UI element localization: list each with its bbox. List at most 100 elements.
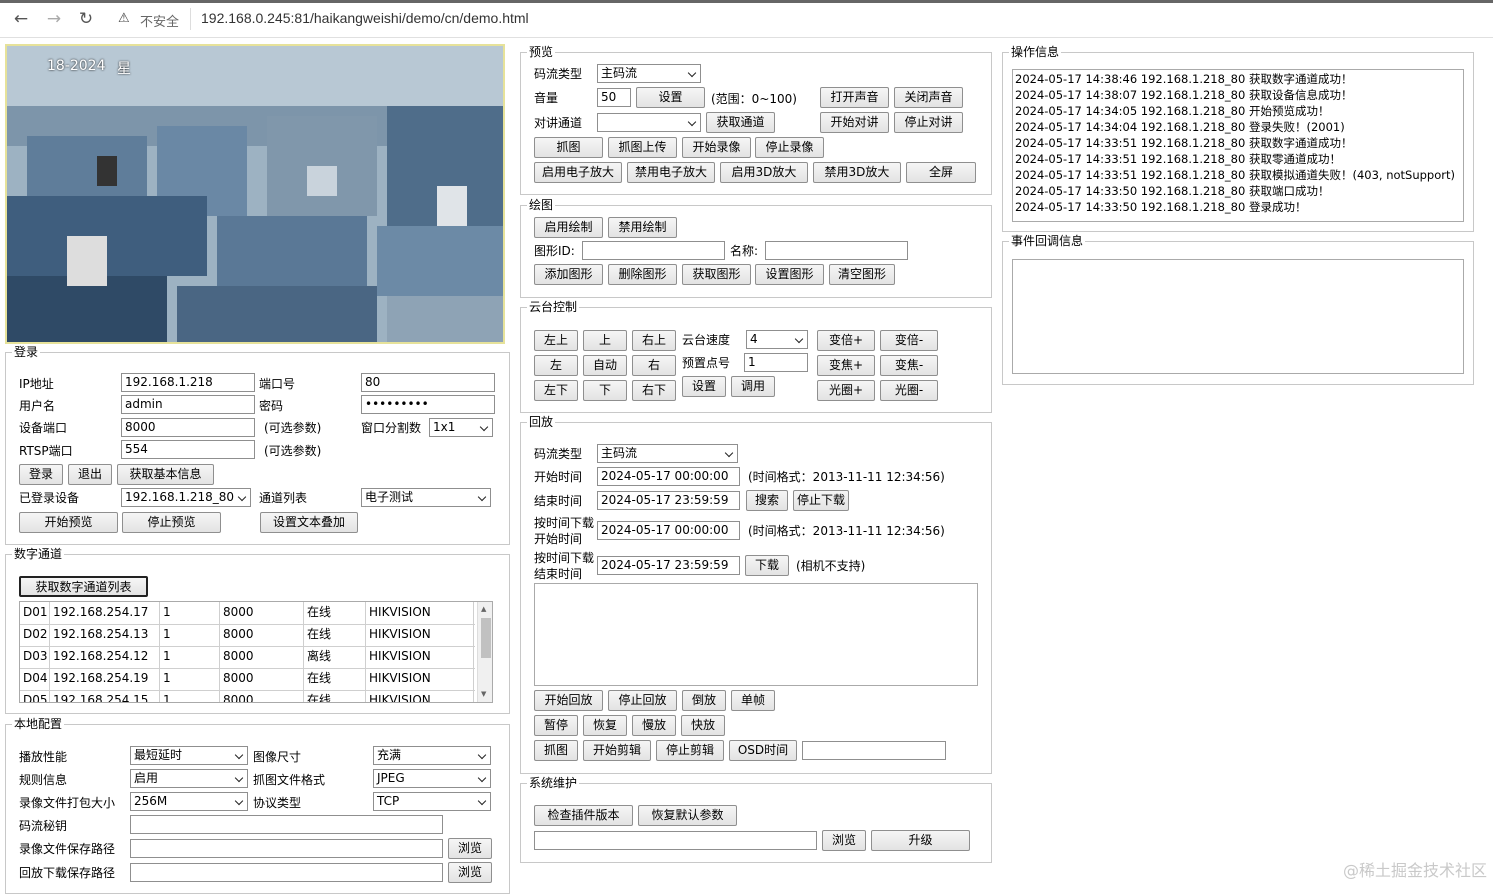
capture-upload-button[interactable]: 抓图上传 xyxy=(608,137,677,158)
resume-button[interactable]: 恢复 xyxy=(583,715,627,736)
ip-input[interactable]: 192.168.1.218 xyxy=(121,373,255,392)
reload-icon[interactable]: ↻ xyxy=(75,8,97,30)
disable-ezoom-button[interactable]: 禁用电子放大 xyxy=(627,162,715,183)
stream-type-select[interactable]: 主码流 xyxy=(597,64,701,83)
iris-close-button[interactable]: 光圈- xyxy=(880,380,938,401)
focus-out-button[interactable]: 变焦- xyxy=(880,355,938,376)
stop-download-button[interactable]: 停止下载 xyxy=(793,490,849,511)
stop-clip-button[interactable]: 停止剪辑 xyxy=(656,740,724,761)
pb-end-time-input[interactable]: 2024-05-17 23:59:59 xyxy=(597,491,740,510)
logout-button[interactable]: 退出 xyxy=(68,464,112,485)
stop-playback-button[interactable]: 停止回放 xyxy=(608,690,677,711)
single-frame-button[interactable]: 单帧 xyxy=(731,690,775,711)
channel-list-select[interactable]: 电子测试 xyxy=(361,488,491,507)
open-sound-button[interactable]: 打开声音 xyxy=(820,87,889,108)
ptz-down-button[interactable]: 下 xyxy=(583,380,627,401)
close-sound-button[interactable]: 关闭声音 xyxy=(894,87,963,108)
add-shape-button[interactable]: 添加图形 xyxy=(534,264,603,285)
event-callback-log[interactable] xyxy=(1012,259,1464,374)
ptz-up-button[interactable]: 上 xyxy=(583,330,627,351)
clear-shapes-button[interactable]: 清空图形 xyxy=(829,264,895,285)
set-volume-button[interactable]: 设置 xyxy=(636,87,705,108)
device-port-input[interactable]: 8000 xyxy=(121,418,255,437)
scroll-up-icon[interactable]: ▲ xyxy=(481,605,486,613)
start-record-button[interactable]: 开始录像 xyxy=(682,137,751,158)
play-performance-select[interactable]: 最短延时 xyxy=(130,746,248,765)
login-button[interactable]: 登录 xyxy=(19,464,63,485)
zoom-in-button[interactable]: 变倍+ xyxy=(817,330,875,351)
forward-arrow-icon[interactable]: → xyxy=(43,8,65,30)
warning-icon[interactable]: ⚠ xyxy=(118,11,130,26)
image-size-select[interactable]: 充满 xyxy=(373,746,491,765)
record-path-input[interactable] xyxy=(130,839,443,858)
disable-draw-button[interactable]: 禁用绘制 xyxy=(608,217,677,238)
table-row[interactable]: D03 192.168.254.12 1 8000 离线 HIKVISION xyxy=(20,646,475,669)
ptz-down-right-button[interactable]: 右下 xyxy=(632,380,676,401)
download-path-input[interactable] xyxy=(130,863,443,882)
get-digital-channels-button[interactable]: 获取数字通道列表 xyxy=(19,576,148,597)
pb-capture-button[interactable]: 抓图 xyxy=(534,740,578,761)
logged-devices-select[interactable]: 192.168.1.218_80 xyxy=(121,488,251,507)
browse-upgrade-file-button[interactable]: 浏览 xyxy=(822,830,866,851)
iris-open-button[interactable]: 光圈+ xyxy=(817,380,875,401)
enable-3d-zoom-button[interactable]: 启用3D放大 xyxy=(720,162,808,183)
enable-ezoom-button[interactable]: 启用电子放大 xyxy=(534,162,622,183)
get-channel-button[interactable]: 获取通道 xyxy=(706,112,775,133)
capture-format-select[interactable]: JPEG xyxy=(373,769,491,788)
start-preview-button[interactable]: 开始预览 xyxy=(19,512,118,533)
focus-in-button[interactable]: 变焦+ xyxy=(817,355,875,376)
scroll-down-icon[interactable]: ▼ xyxy=(481,690,486,698)
set-shape-button[interactable]: 设置图形 xyxy=(755,264,824,285)
port-input[interactable]: 80 xyxy=(361,373,495,392)
get-shape-button[interactable]: 获取图形 xyxy=(682,264,751,285)
table-row[interactable]: D04 192.168.254.19 1 8000 在线 HIKVISION xyxy=(20,668,475,691)
get-basic-info-button[interactable]: 获取基本信息 xyxy=(117,464,214,485)
osd-time-input[interactable] xyxy=(802,741,946,760)
reverse-play-button[interactable]: 倒放 xyxy=(682,690,726,711)
ptz-auto-button[interactable]: 自动 xyxy=(583,355,627,376)
dl-end-time-input[interactable]: 2024-05-17 23:59:59 xyxy=(597,556,740,575)
delete-shape-button[interactable]: 删除图形 xyxy=(608,264,677,285)
shape-name-input[interactable] xyxy=(765,241,908,260)
shape-id-input[interactable] xyxy=(582,241,725,260)
operation-log[interactable]: 2024-05-17 14:38:46 192.168.1.218_80 获取数… xyxy=(1012,69,1464,222)
pause-button[interactable]: 暂停 xyxy=(534,715,578,736)
start-talk-button[interactable]: 开始对讲 xyxy=(820,112,889,133)
window-split-select[interactable]: 1x1 xyxy=(429,418,493,437)
search-result-list[interactable] xyxy=(534,583,978,686)
rtsp-port-input[interactable]: 554 xyxy=(121,440,255,459)
dl-start-time-input[interactable]: 2024-05-17 00:00:00 xyxy=(597,521,740,540)
browse-download-path-button[interactable]: 浏览 xyxy=(448,862,492,883)
password-input[interactable]: ••••••••• xyxy=(361,395,495,414)
table-scrollbar[interactable]: ▲ ▼ xyxy=(477,602,492,702)
table-row[interactable]: D01 192.168.254.17 1 8000 在线 HIKVISION xyxy=(20,602,475,625)
video-preview-window[interactable]: 18-2024 星 xyxy=(5,44,505,344)
restore-defaults-button[interactable]: 恢复默认参数 xyxy=(638,805,737,826)
ptz-right-button[interactable]: 右 xyxy=(632,355,676,376)
stream-key-input[interactable] xyxy=(130,815,443,834)
capture-button[interactable]: 抓图 xyxy=(534,137,603,158)
table-row[interactable]: D05 192.168.254.15 1 8000 在线 HIKVISION xyxy=(20,690,475,702)
download-button[interactable]: 下载 xyxy=(745,555,789,576)
slow-play-button[interactable]: 慢放 xyxy=(632,715,676,736)
start-clip-button[interactable]: 开始剪辑 xyxy=(583,740,651,761)
zoom-out-button[interactable]: 变倍- xyxy=(880,330,938,351)
fast-play-button[interactable]: 快放 xyxy=(681,715,725,736)
disable-3d-zoom-button[interactable]: 禁用3D放大 xyxy=(813,162,901,183)
stop-preview-button[interactable]: 停止预览 xyxy=(122,512,221,533)
username-input[interactable]: admin xyxy=(121,395,255,414)
record-pack-size-select[interactable]: 256M xyxy=(130,792,248,811)
table-row[interactable]: D02 192.168.254.13 1 8000 在线 HIKVISION xyxy=(20,624,475,647)
protocol-select[interactable]: TCP xyxy=(373,792,491,811)
stop-record-button[interactable]: 停止录像 xyxy=(755,137,824,158)
upgrade-file-input[interactable] xyxy=(534,831,817,850)
scroll-thumb[interactable] xyxy=(481,618,491,658)
talk-channel-select[interactable] xyxy=(597,113,701,132)
pb-stream-type-select[interactable]: 主码流 xyxy=(597,444,738,463)
rule-info-select[interactable]: 启用 xyxy=(130,769,248,788)
ptz-left-button[interactable]: 左 xyxy=(534,355,578,376)
volume-input[interactable]: 50 xyxy=(597,88,631,107)
preset-call-button[interactable]: 调用 xyxy=(731,376,775,397)
security-status[interactable]: 不安全 xyxy=(140,11,179,30)
preset-set-button[interactable]: 设置 xyxy=(682,376,726,397)
